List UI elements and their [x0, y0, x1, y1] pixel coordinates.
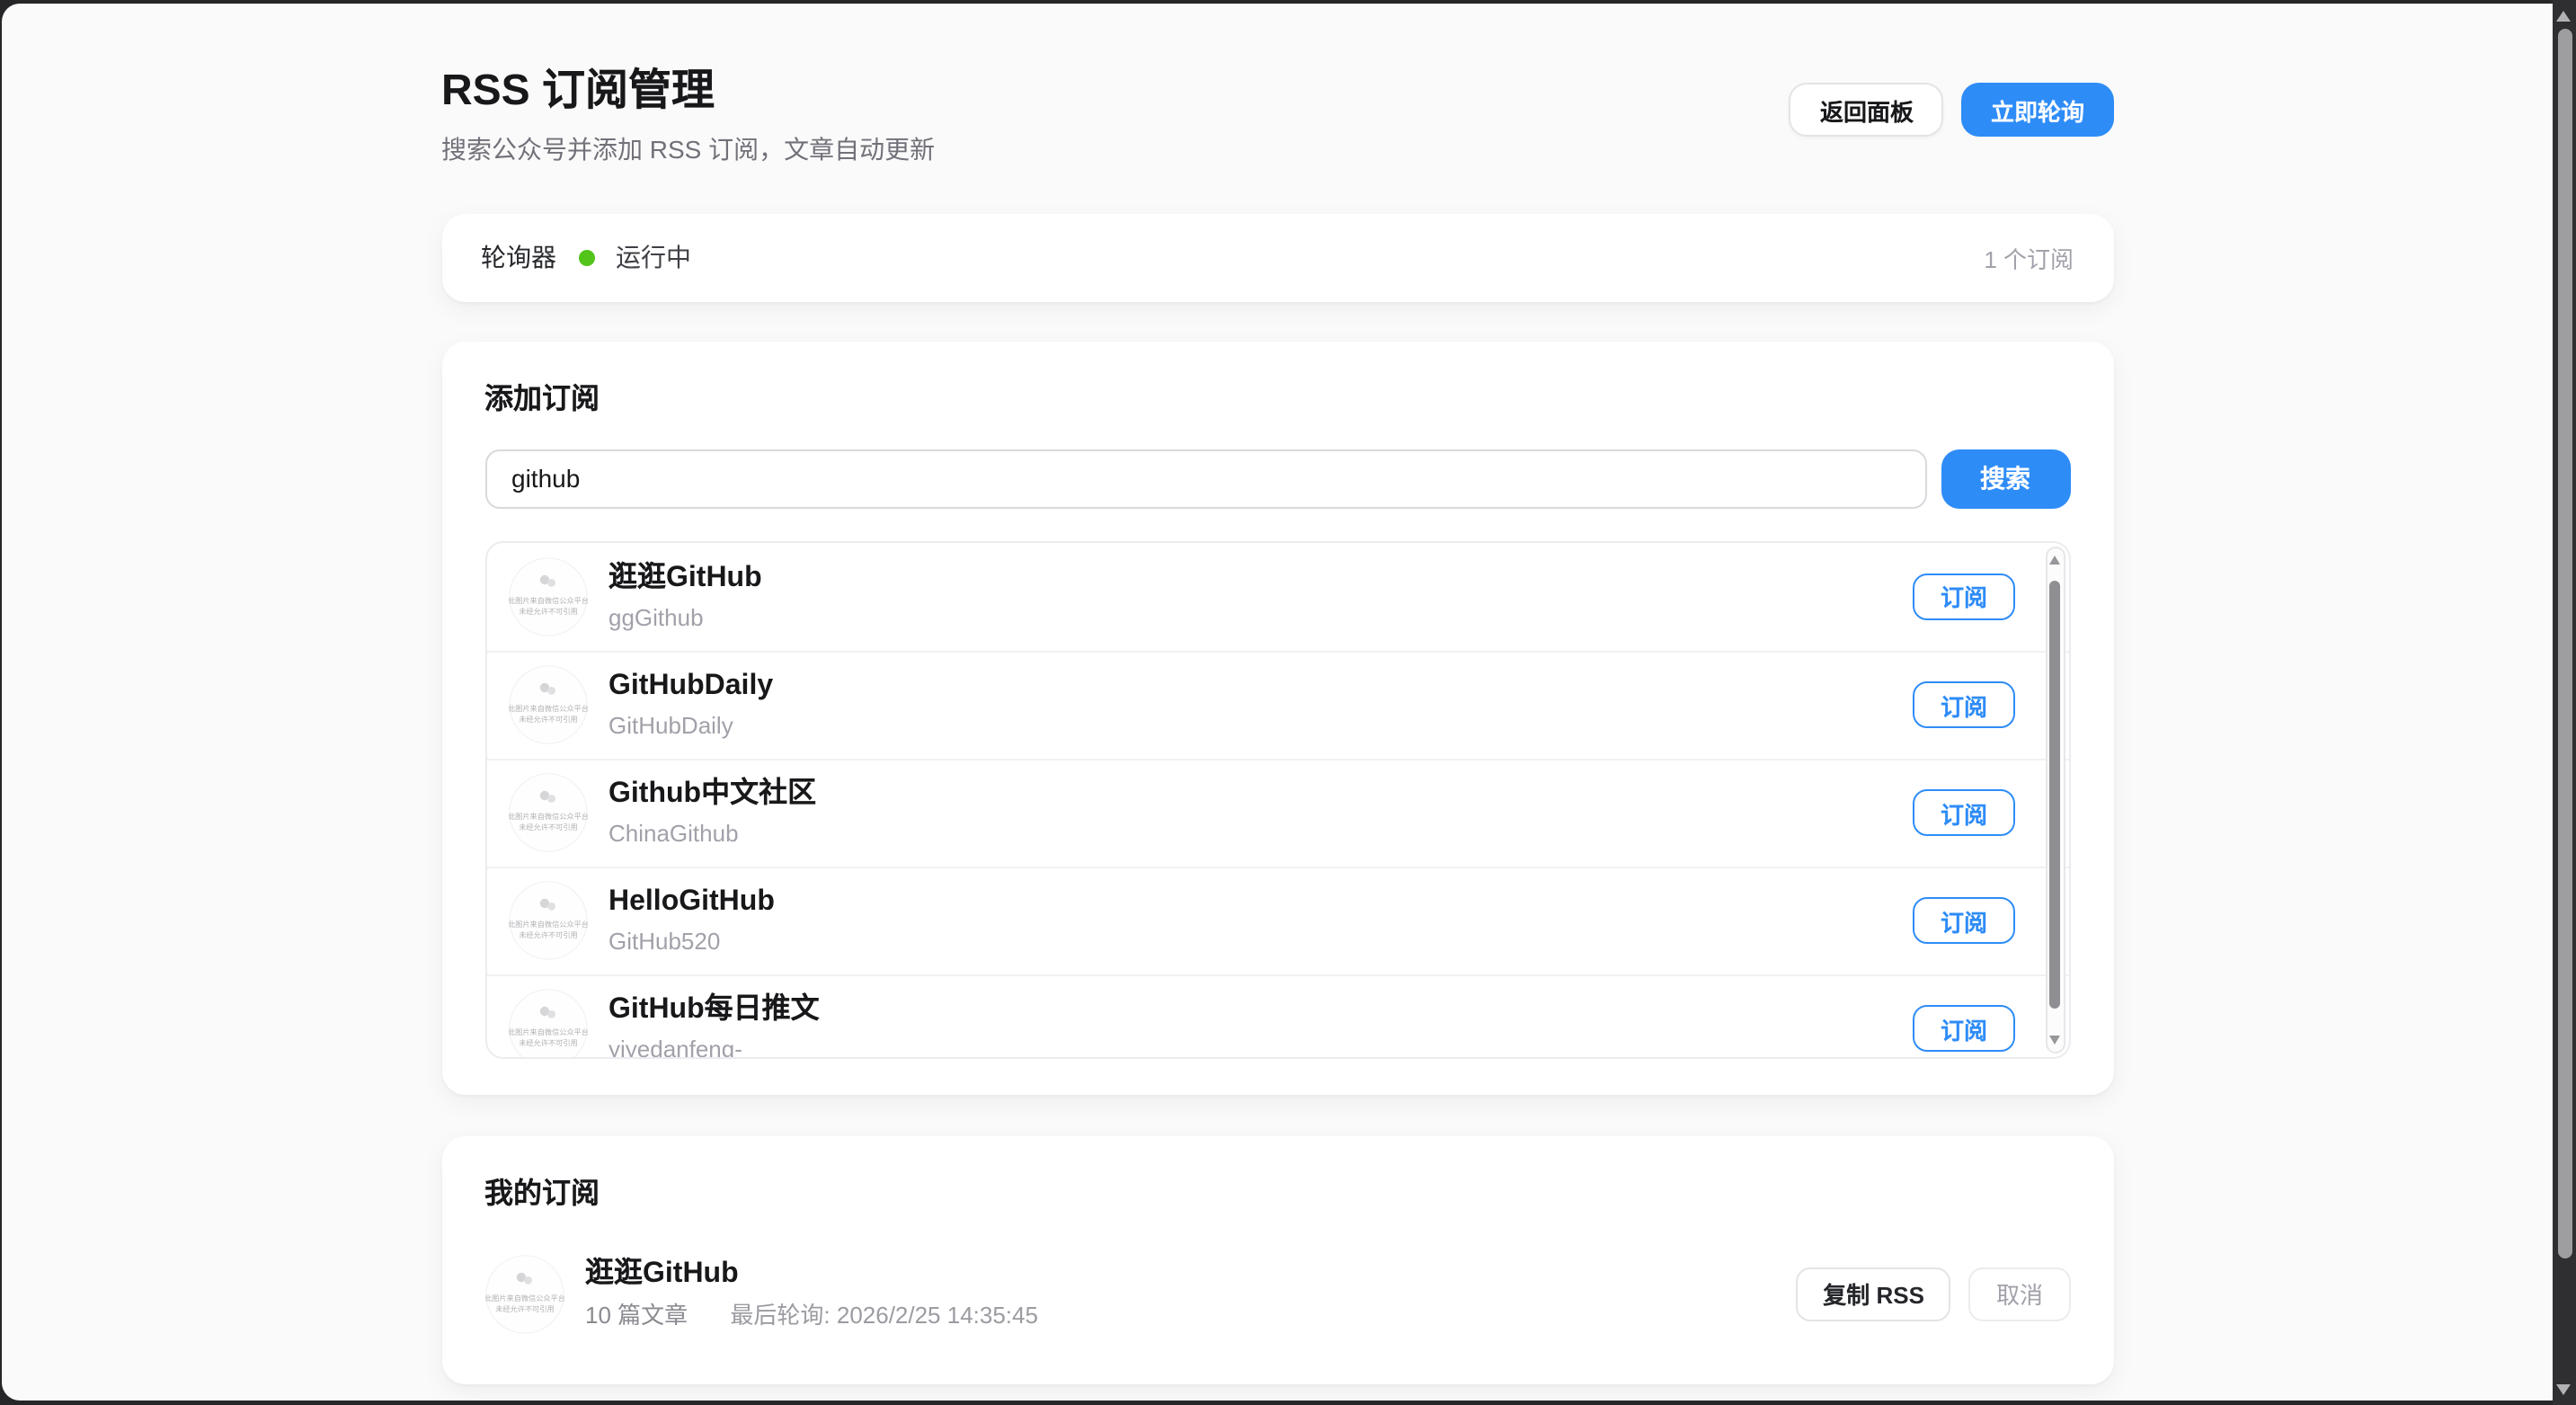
svg-text:未经允许不可引用: 未经允许不可引用 — [518, 1038, 577, 1047]
back-to-panel-button[interactable]: 返回面板 — [1790, 83, 1944, 137]
subscription-count: 1 个订阅 — [1984, 240, 2074, 274]
svg-text:此图片来自微信公众平台: 此图片来自微信公众平台 — [508, 1027, 587, 1036]
result-row[interactable]: 此图片来自微信公众平台 未经允许不可引用 逛逛GitHub ggGithub 订… — [486, 542, 2068, 650]
my-subscriptions-card: 我的订阅 此图片来自微信公众平台 未经允许不可引用 逛逛GitHub — [441, 1135, 2113, 1383]
subscription-actions: 复制 RSS 取消 — [1796, 1267, 2070, 1321]
scroll-down-icon[interactable] — [2048, 1035, 2059, 1044]
subscribe-button[interactable]: 订阅 — [1914, 789, 2014, 836]
scroll-up-icon[interactable] — [2556, 11, 2571, 22]
poller-status-text: 运行中 — [616, 239, 691, 275]
scroll-down-icon[interactable] — [2556, 1383, 2571, 1394]
svg-text:此图片来自微信公众平台: 此图片来自微信公众平台 — [484, 1293, 564, 1302]
search-input[interactable] — [484, 449, 1926, 508]
wechat-image-placeholder: 此图片来自微信公众平台 未经允许不可引用 — [508, 556, 587, 636]
svg-text:未经允许不可引用: 未经允许不可引用 — [518, 715, 577, 724]
article-count: 10 篇文章 — [585, 1302, 688, 1329]
svg-text:未经允许不可引用: 未经允许不可引用 — [494, 1303, 554, 1312]
result-row[interactable]: 此图片来自微信公众平台 未经允许不可引用 GitHub每日推文 yiyedanf… — [486, 974, 2068, 1058]
svg-text:未经允许不可引用: 未经允许不可引用 — [518, 823, 577, 831]
copy-rss-button[interactable]: 复制 RSS — [1796, 1267, 1951, 1321]
svg-text:此图片来自微信公众平台: 此图片来自微信公众平台 — [508, 704, 587, 713]
wechat-image-placeholder: 此图片来自微信公众平台 未经允许不可引用 — [508, 989, 587, 1058]
search-button[interactable]: 搜索 — [1941, 449, 2070, 508]
subscription-name: 逛逛GitHub — [585, 1257, 1038, 1293]
svg-text:未经允许不可引用: 未经允许不可引用 — [518, 606, 577, 615]
subscription-item: 此图片来自微信公众平台 未经允许不可引用 逛逛GitHub 10 篇文章 最后轮… — [484, 1254, 2070, 1333]
result-name: GitHubDaily — [608, 669, 773, 705]
search-results-list: 此图片来自微信公众平台 未经允许不可引用 逛逛GitHub ggGithub 订… — [484, 540, 2070, 1058]
svg-text:此图片来自微信公众平台: 此图片来自微信公众平台 — [508, 595, 587, 604]
svg-text:未经允许不可引用: 未经允许不可引用 — [518, 930, 577, 939]
result-name: HelloGitHub — [608, 885, 775, 920]
result-account: GitHub520 — [608, 928, 775, 956]
result-account: yiyedanfeng- — [608, 1036, 820, 1058]
status-dot-icon — [578, 249, 594, 265]
svg-text:此图片来自微信公众平台: 此图片来自微信公众平台 — [508, 812, 587, 821]
subscribe-button[interactable]: 订阅 — [1914, 897, 2014, 944]
page-subtitle: 搜索公众号并添加 RSS 订阅，文章自动更新 — [441, 133, 2113, 167]
result-name: Github中文社区 — [608, 777, 816, 813]
result-account: ChinaGithub — [608, 820, 816, 849]
my-section-title: 我的订阅 — [484, 1175, 2070, 1214]
wechat-image-placeholder: 此图片来自微信公众平台 未经允许不可引用 — [508, 665, 587, 744]
poller-label: 轮询器 — [481, 239, 556, 275]
page: RSS 订阅管理 搜索公众号并添加 RSS 订阅，文章自动更新 返回面板 立即轮… — [2, 4, 2553, 1400]
subscribe-button[interactable]: 订阅 — [1914, 1005, 2014, 1052]
last-poll-time: 最后轮询: 2026/2/25 14:35:45 — [730, 1302, 1038, 1329]
poll-now-button[interactable]: 立即轮询 — [1962, 83, 2113, 137]
wechat-image-placeholder: 此图片来自微信公众平台 未经允许不可引用 — [508, 881, 587, 960]
svg-text:此图片来自微信公众平台: 此图片来自微信公众平台 — [508, 920, 587, 929]
subscribe-button[interactable]: 订阅 — [1914, 573, 2014, 619]
search-row: 搜索 — [484, 449, 2070, 508]
result-row[interactable]: 此图片来自微信公众平台 未经允许不可引用 Github中文社区 ChinaGit… — [486, 758, 2068, 866]
wechat-image-placeholder: 此图片来自微信公众平台 未经允许不可引用 — [484, 1254, 564, 1333]
wechat-image-placeholder: 此图片来自微信公众平台 未经允许不可引用 — [508, 773, 587, 852]
result-name: GitHub每日推文 — [608, 992, 820, 1028]
result-account: GitHubDaily — [608, 712, 773, 741]
result-row[interactable]: 此图片来自微信公众平台 未经允许不可引用 GitHubDaily GitHubD… — [486, 650, 2068, 758]
add-section-title: 添加订阅 — [484, 380, 2070, 420]
results-scrollbar[interactable] — [2045, 546, 2065, 1053]
result-row[interactable]: 此图片来自微信公众平台 未经允许不可引用 HelloGitHub GitHub5… — [486, 866, 2068, 974]
header-actions: 返回面板 立即轮询 — [1790, 83, 2113, 137]
page-header: RSS 订阅管理 搜索公众号并添加 RSS 订阅，文章自动更新 返回面板 立即轮… — [441, 4, 2113, 166]
result-account: ggGithub — [608, 603, 762, 632]
scrollbar-thumb[interactable] — [2049, 580, 2060, 1008]
app-window: RSS 订阅管理 搜索公众号并添加 RSS 订阅，文章自动更新 返回面板 立即轮… — [0, 0, 2576, 1405]
window-scrollbar[interactable] — [2553, 0, 2576, 1405]
result-name: 逛逛GitHub — [608, 560, 762, 596]
cancel-subscription-button[interactable]: 取消 — [1969, 1267, 2070, 1321]
add-subscription-card: 添加订阅 搜索 此图片来自微信公众平台 — [441, 341, 2113, 1094]
subscribe-button[interactable]: 订阅 — [1914, 681, 2014, 728]
scroll-up-icon[interactable] — [2048, 555, 2059, 564]
poller-status-card: 轮询器 运行中 1 个订阅 — [441, 213, 2113, 301]
scrollbar-thumb[interactable] — [2557, 29, 2572, 1258]
